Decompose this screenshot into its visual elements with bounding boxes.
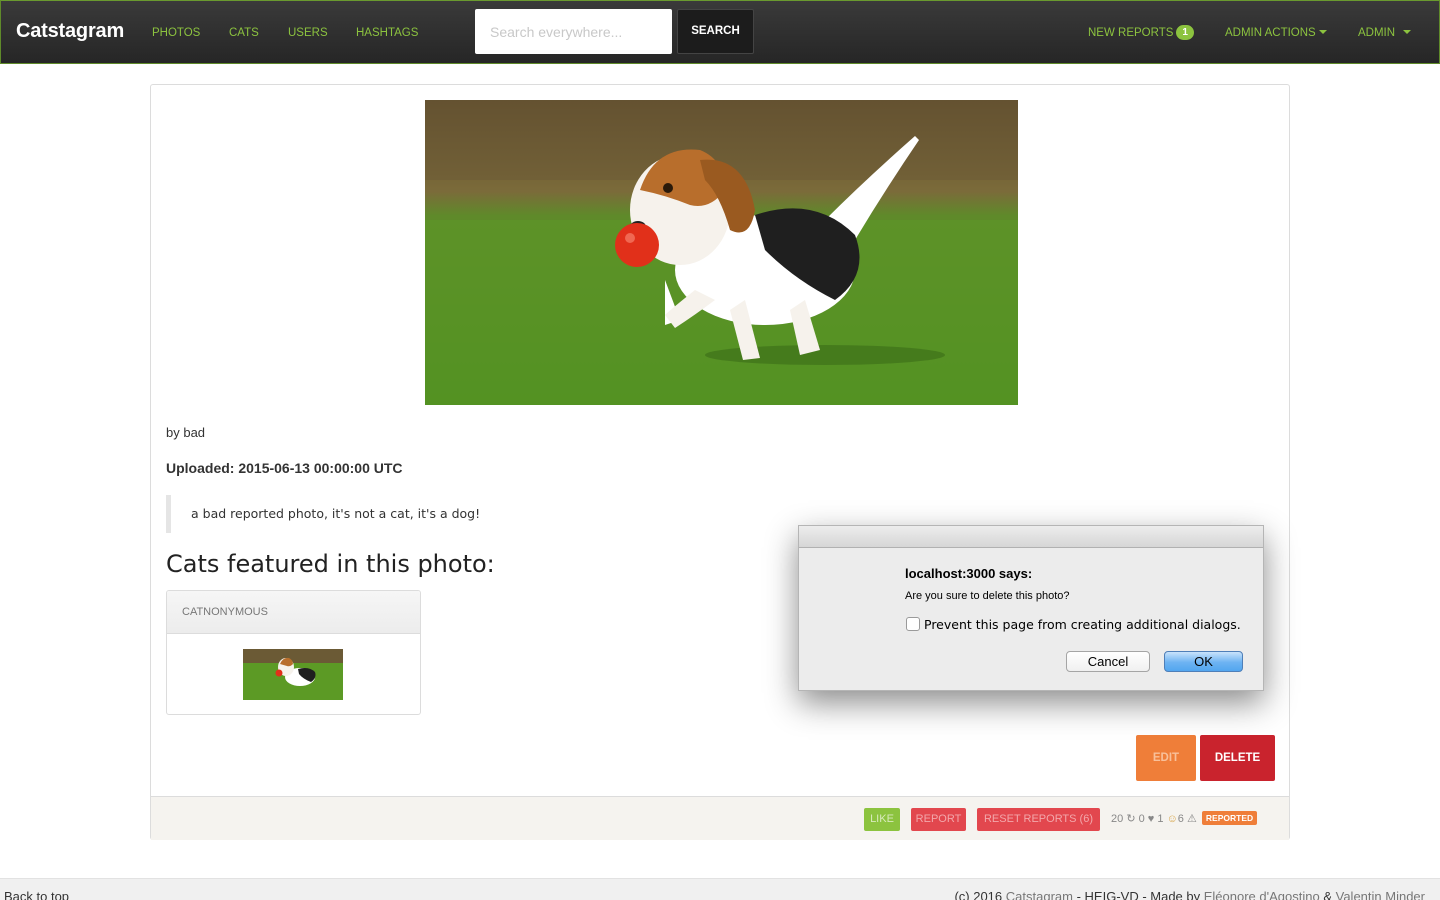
copyright: (c) 2016 Catstagram - HEIG-VD - Made by … [954,889,1425,900]
nav-link-photos[interactable]: PHOTOS [152,27,200,39]
caret-down-icon [1318,30,1327,34]
admin-actions-dropdown[interactable]: ADMIN ACTIONS [1225,27,1327,39]
copyright-year: (c) 2016 [954,889,1003,900]
dialog-title: localhost:3000 says: [905,566,1033,581]
cats-count: 1 [1157,813,1164,825]
photo-stats: 20 ↻ 0 ♥ 1 ☺6 ⚠ REPORTED [1111,811,1258,825]
admin-actions-label: ADMIN ACTIONS [1225,27,1316,39]
nav-link-users[interactable]: USERS [288,27,328,39]
new-reports-label: NEW REPORTS [1088,27,1174,39]
nav-new-reports[interactable]: NEW REPORTS 1 [1088,25,1194,40]
photo-card: by bad Uploaded: 2015-06-13 00:00:00 UTC… [150,84,1290,840]
cats-featured-heading: Cats featured in this photo: [166,550,495,578]
dialog-cancel-button[interactable]: Cancel [1066,651,1150,672]
caret-down-icon [1403,30,1412,34]
back-to-top-link[interactable]: Back to top [4,889,69,900]
featured-cat-thumbnail[interactable] [243,649,343,700]
brand-logo[interactable]: Catstagram [16,20,124,43]
reports-count: 6 [1177,813,1184,825]
photo-author: by bad [166,425,206,440]
new-reports-badge: 1 [1176,25,1194,40]
photo-description: a bad reported photo, it's not a cat, it… [166,495,480,533]
dialog-ok-button[interactable]: OK [1164,651,1243,672]
nav-link-hashtags[interactable]: HASHTAGS [356,27,418,39]
author-link-2[interactable]: Valentin Minder [1336,889,1425,900]
admin-label: ADMIN [1358,27,1396,39]
back-to-top-label: Back to top [4,889,70,900]
refresh-icon: ↻ [1126,813,1136,825]
views-count: 20 [1111,813,1124,825]
photo-card-footer: LIKE REPORT RESET REPORTS (6) 20 ↻ 0 ♥ 1… [151,796,1289,840]
copyright-and: & [1323,889,1332,900]
dialog-message: Are you sure to delete this photo? [905,590,1070,602]
likes-count: 0 [1138,813,1145,825]
navbar: Catstagram PHOTOS CATS USERS HASHTAGS SE… [0,0,1440,64]
cat-icon: ☺ [1166,813,1178,825]
reset-reports-button[interactable]: RESET REPORTS (6) [977,808,1100,831]
photo-image [425,100,1018,405]
prevent-dialogs-checkbox[interactable] [906,617,920,631]
admin-dropdown[interactable]: ADMIN [1358,27,1412,39]
page-footer: Back to top (c) 2016 Catstagram - HEIG-V… [0,878,1440,900]
prevent-dialogs-label[interactable]: Prevent this page from creating addition… [924,617,1241,632]
author-link-1[interactable]: Eléonore d'Agostino [1204,889,1320,900]
search-button[interactable]: SEARCH [677,9,754,54]
confirm-dialog: localhost:3000 says: Are you sure to del… [798,525,1264,691]
delete-button[interactable]: DELETE [1200,735,1275,781]
photo-upload-date: Uploaded: 2015-06-13 00:00:00 UTC [166,460,403,476]
reported-badge: REPORTED [1201,811,1258,825]
like-button[interactable]: LIKE [864,808,900,831]
search-input[interactable] [475,9,672,54]
featured-cat-name[interactable]: CATNONYMOUS [167,591,420,634]
copyright-middle: - HEIG-VD - Made by [1076,889,1201,900]
dialog-title-bar[interactable] [799,526,1263,548]
heart-icon: ♥ [1147,813,1155,825]
report-button[interactable]: REPORT [911,808,966,831]
featured-cat-card[interactable]: CATNONYMOUS [166,590,421,715]
edit-button[interactable]: EDIT [1136,735,1196,781]
site-link[interactable]: Catstagram [1006,889,1073,900]
nav-link-cats[interactable]: CATS [229,27,259,39]
warning-icon: ⚠ [1186,813,1197,825]
